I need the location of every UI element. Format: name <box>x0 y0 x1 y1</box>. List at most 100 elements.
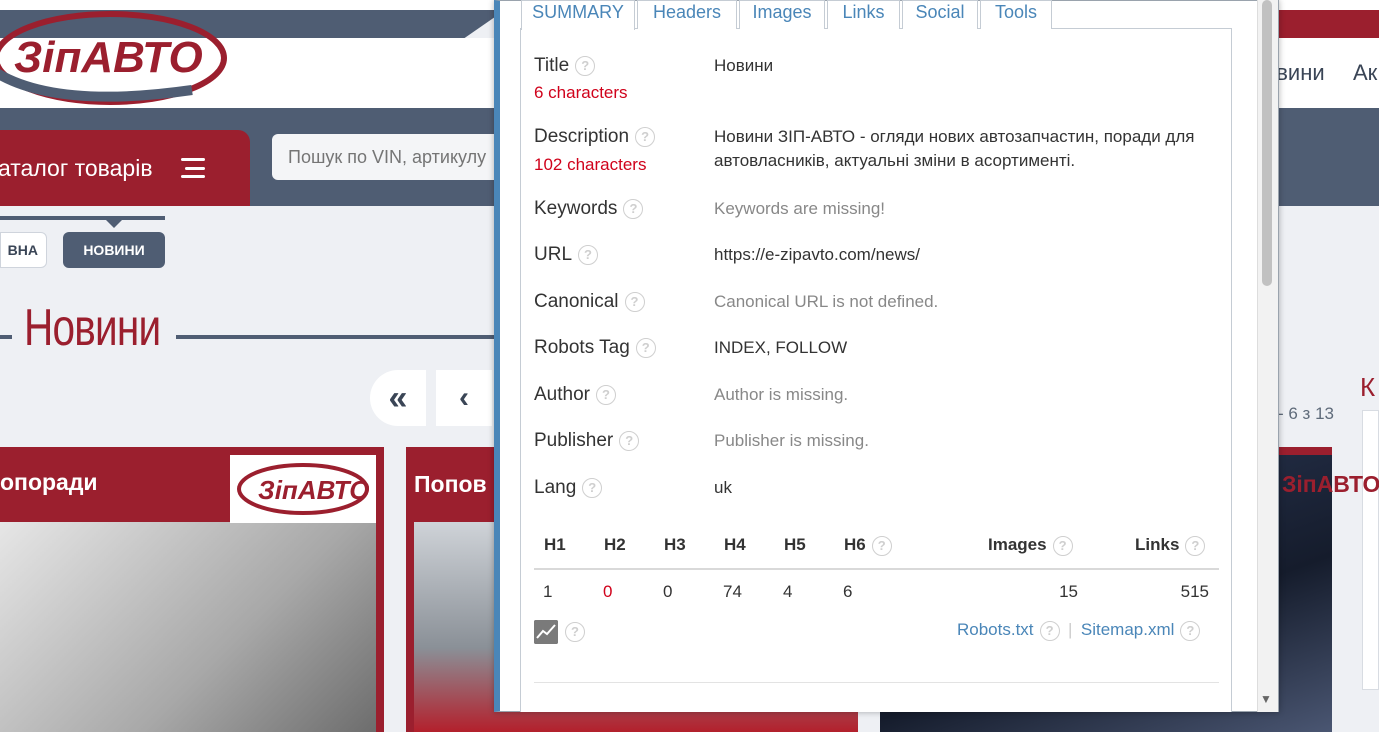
help-icon[interactable]: ? <box>635 337 656 358</box>
help-icon[interactable]: ? <box>565 622 585 642</box>
breadcrumb-line <box>0 216 165 220</box>
card-title: опоради <box>0 469 98 495</box>
pagination-prev-button[interactable]: ‹ <box>436 370 492 426</box>
td-h1: 1 <box>543 582 553 601</box>
breadcrumb-current: НОВИНИ <box>63 232 165 268</box>
publisher-value: Publisher is missing. <box>714 431 869 450</box>
title-row-label: Title? <box>534 55 596 77</box>
th-links: Links <box>1135 535 1180 554</box>
section-divider <box>534 682 1219 683</box>
td-h4: 74 <box>723 582 742 601</box>
card-image <box>0 522 376 732</box>
header-red-strip <box>1275 10 1379 38</box>
help-icon[interactable]: ? <box>582 477 603 498</box>
tab-links[interactable]: Links <box>827 0 900 29</box>
results-count: - 6 з 13 <box>1278 404 1334 423</box>
title-rule-left <box>0 335 12 339</box>
card-logo-fragment: ЗіпАВТО <box>1282 471 1379 497</box>
th-links-cell: Links? <box>1135 535 1206 556</box>
logo-text: ЗіпАВТО <box>14 33 203 82</box>
td-h2: 0 <box>603 582 613 601</box>
title-rule-right <box>176 335 496 339</box>
sitemap-xml-link[interactable]: Sitemap.xml <box>1081 620 1175 639</box>
publisher-label: Publisher <box>534 430 614 451</box>
lang-label: Lang <box>534 477 577 498</box>
card-logo-text: ЗіпАВТО <box>258 475 370 505</box>
td-h6: 6 <box>843 582 853 601</box>
tab-summary[interactable]: SUMMARY <box>521 0 635 30</box>
robots-txt-link[interactable]: Robots.txt <box>957 620 1034 639</box>
scroll-down-arrow-icon[interactable]: ▼ <box>1260 692 1272 706</box>
author-row-label: Author? <box>534 384 616 406</box>
help-icon[interactable]: ? <box>1052 535 1073 556</box>
help-icon[interactable]: ? <box>1180 620 1201 641</box>
canonical-label: Canonical <box>534 291 619 312</box>
help-icon[interactable]: ? <box>595 384 616 405</box>
help-icon[interactable]: ? <box>871 535 892 556</box>
card-title: Попов <box>414 471 487 497</box>
help-icon[interactable]: ? <box>1185 535 1206 556</box>
news-card[interactable]: ЗіпАВТО опоради <box>0 447 384 732</box>
th-h4: H4 <box>724 535 746 554</box>
help-icon[interactable]: ? <box>578 244 599 265</box>
description-value: Новини ЗІП-АВТО - огляди нових автозапча… <box>714 127 1195 170</box>
chart-icon[interactable] <box>534 620 558 644</box>
tab-headers[interactable]: Headers <box>637 0 737 29</box>
title-value: Новини <box>714 56 774 75</box>
help-icon[interactable]: ? <box>619 430 640 451</box>
menu-icon <box>180 158 205 178</box>
card-logo-box: ЗіпАВТО <box>230 455 376 523</box>
help-icon[interactable]: ? <box>1039 620 1060 641</box>
author-label: Author <box>534 384 590 405</box>
breadcrumb-pointer <box>106 220 122 228</box>
td-h5: 4 <box>783 582 793 601</box>
robots-link-cell: Robots.txt? | Sitemap.xml? <box>957 620 1201 641</box>
breadcrumb-home[interactable]: ВНА <box>0 232 47 268</box>
description-label: Description <box>534 126 630 147</box>
robots-value: INDEX, FOLLOW <box>714 338 848 357</box>
td-links: 515 <box>1180 582 1209 601</box>
catalog-button[interactable]: аталог товарів <box>0 130 250 206</box>
keywords-value: Keywords are missing! <box>714 199 886 218</box>
help-icon[interactable]: ? <box>575 55 596 76</box>
table-divider <box>534 568 1219 570</box>
menu-item-actions[interactable]: Ак <box>1353 60 1377 86</box>
help-icon[interactable]: ? <box>635 126 656 147</box>
th-h6: H6 <box>844 535 866 554</box>
catalog-label: аталог товарів <box>0 154 153 181</box>
link-separator: | <box>1068 620 1073 639</box>
tab-images[interactable]: Images <box>739 0 825 29</box>
th-h2: H2 <box>604 535 626 554</box>
th-h3: H3 <box>664 535 686 554</box>
site-logo[interactable]: ЗіпАВТО <box>0 10 228 106</box>
canonical-value: Canonical URL is not defined. <box>714 292 939 311</box>
description-count: 102 characters <box>534 155 647 174</box>
lang-value: uk <box>714 478 732 497</box>
sidebar-list <box>1362 410 1379 690</box>
th-h5: H5 <box>784 535 806 554</box>
description-row-label: Description? <box>534 126 656 148</box>
canonical-row-label: Canonical? <box>534 291 645 313</box>
title-label: Title <box>534 55 570 76</box>
publisher-row-label: Publisher? <box>534 430 640 452</box>
card-logo: ЗіпАВТО <box>237 463 370 515</box>
author-value: Author is missing. <box>714 385 849 404</box>
robots-row-label: Robots Tag? <box>534 337 656 359</box>
scrollbar-thumb[interactable] <box>1262 0 1272 286</box>
search-input[interactable] <box>272 134 512 180</box>
page-title: Новини <box>24 299 161 357</box>
lang-row-label: Lang? <box>534 477 603 499</box>
tab-social[interactable]: Social <box>902 0 978 29</box>
help-icon[interactable]: ? <box>623 198 644 219</box>
help-icon[interactable]: ? <box>624 291 645 312</box>
title-count: 6 characters <box>534 83 628 102</box>
th-h6-cell: H6? <box>844 535 892 556</box>
td-h3: 0 <box>663 582 673 601</box>
robots-label: Robots Tag <box>534 337 630 358</box>
td-images: 15 <box>1059 582 1078 601</box>
tab-tools[interactable]: Tools <box>980 0 1052 29</box>
th-images: Images <box>988 535 1047 554</box>
url-value: https://e-zipavto.com/news/ <box>714 245 920 264</box>
keywords-row-label: Keywords? <box>534 198 644 220</box>
pagination-first-button[interactable]: « <box>370 370 426 426</box>
